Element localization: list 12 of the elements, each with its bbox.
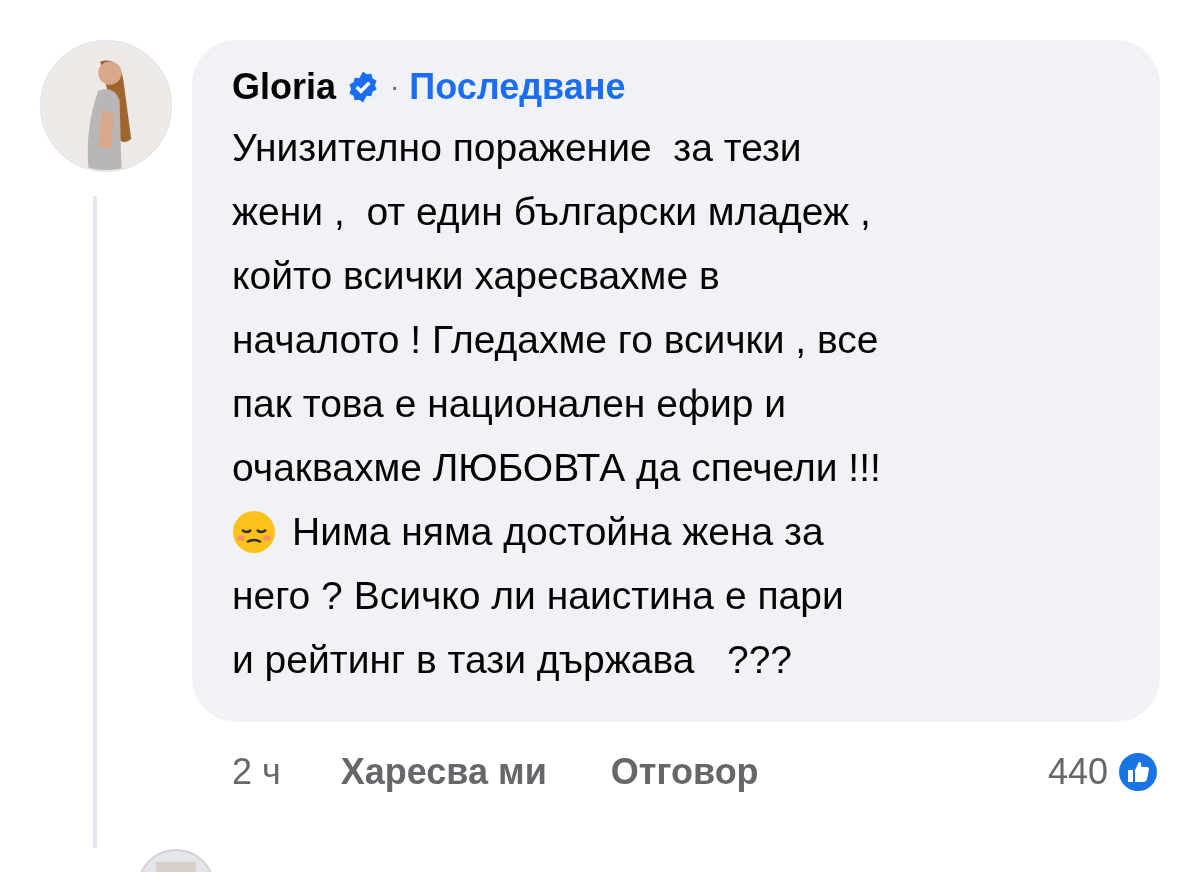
thumbs-up-icon[interactable] [1116,750,1160,794]
comment-text: Унизително поражение за тези жени , от един български младеж , който всички харесвахме в началото ! Гледахме го всички , все пак това е национален ефир и очаквахме ЛЮБОВТА да спечели !!! [232,125,882,491]
follow-link[interactable]: Последване [409,66,626,108]
reaction-count: 440 [1047,751,1108,793]
sad-face-icon [232,510,276,554]
comment-text: Нима няма достойна жена за [292,509,824,555]
like-link[interactable]: Харесва ми [340,751,547,793]
comment-text: него ? Всичко ли наистина е пари и рейтинг в тази държава ??? [232,573,845,683]
timestamp: 2 ч [232,751,281,793]
author-name[interactable]: Gloria [232,66,337,108]
reply-link[interactable]: Отговор [610,751,759,793]
separator-dot: · [390,71,400,103]
